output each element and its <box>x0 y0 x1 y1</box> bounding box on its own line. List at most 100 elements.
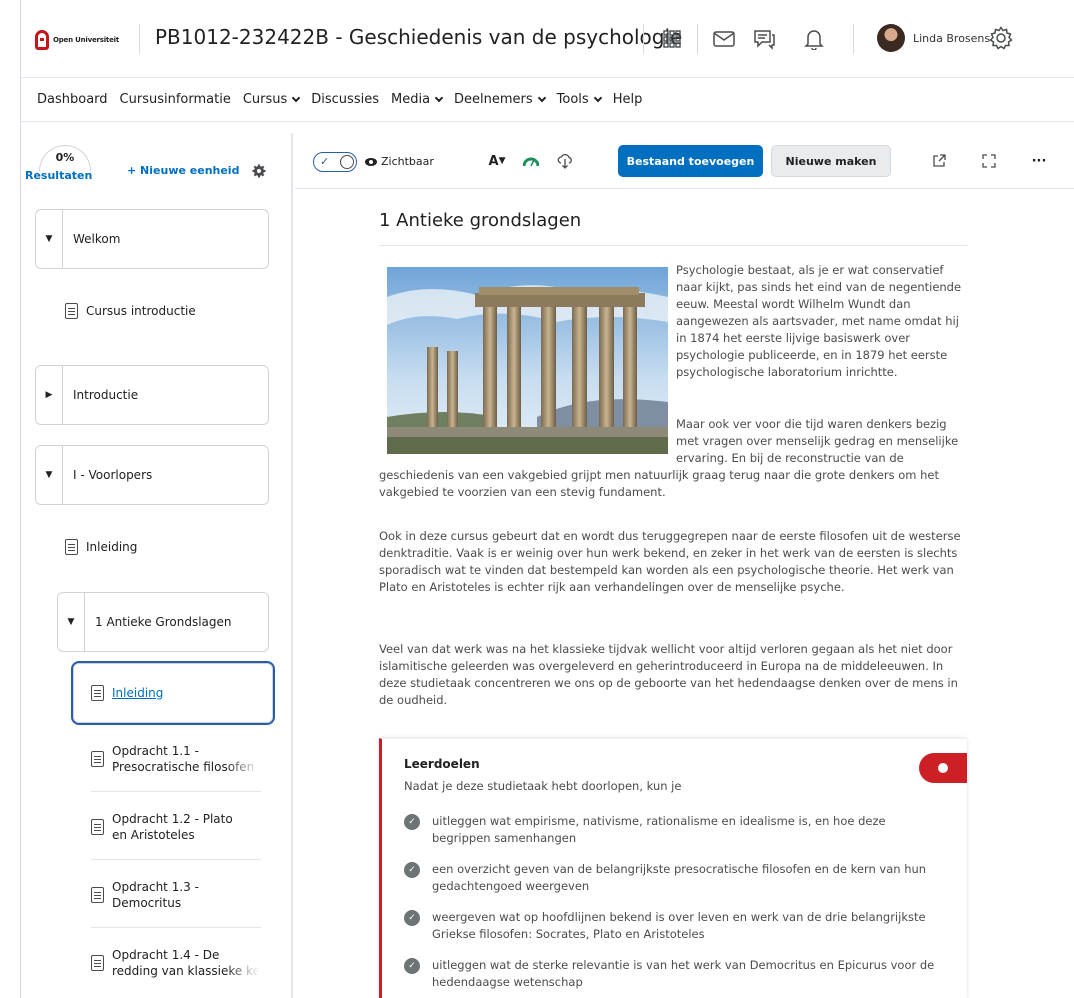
chevron-down-icon <box>292 93 301 102</box>
document-icon <box>65 303 78 319</box>
topic-opdracht-1-4[interactable]: Opdracht 1.4 - De redding van klassieke … <box>91 947 261 979</box>
content-toolbar: ✓ Zichtbaar A ▼ Bestaand toevoegen Nieuwe… <box>295 133 1074 189</box>
unit-label: Welkom <box>73 232 121 246</box>
body-paragraph-3: Ook in deze cursus gebeurt dat en wordt … <box>379 529 961 594</box>
open-external-icon[interactable] <box>929 151 949 171</box>
intro-paragraph-1: Psychologie bestaat, als je er wat conse… <box>676 263 962 379</box>
target-badge-icon <box>919 753 967 783</box>
caret-down-icon[interactable]: ▼ <box>36 470 62 480</box>
nav-help[interactable]: Help <box>613 92 643 107</box>
goal-text: uitleggen wat empirisme, nativisme, rati… <box>432 814 886 845</box>
learning-goals-title: Leerdoelen <box>404 757 480 771</box>
progress-percent: 0% <box>55 151 75 164</box>
new-unit-button[interactable]: + Nieuwe eenheid <box>127 164 239 177</box>
add-existing-button[interactable]: Bestaand toevoegen <box>618 145 763 177</box>
course-navbar: Dashboard Cursusinformatie Cursus Discus… <box>21 78 1074 122</box>
goal-text: uitleggen wat de sterke relevantie is va… <box>432 958 935 989</box>
unit-introductie[interactable]: ▶ Introductie <box>35 365 269 425</box>
caret-right-icon[interactable]: ▶ <box>36 390 62 400</box>
checkmark-icon: ✓ <box>404 910 420 926</box>
nav-tools[interactable]: Tools <box>557 92 602 107</box>
settings-gear-icon[interactable] <box>252 163 266 178</box>
avatar[interactable] <box>877 24 905 52</box>
topic-label: en Aristoteles <box>112 828 195 842</box>
visibility-toggle[interactable]: ✓ <box>313 152 357 172</box>
intro-paragraph-2-continued: geschiedenis van een vakgebied grijpt me… <box>379 468 940 499</box>
document-icon <box>91 819 104 835</box>
checkmark-icon: ✓ <box>404 862 420 878</box>
apps-grid-icon[interactable] <box>659 26 685 52</box>
topic-label: Opdracht 1.3 - <box>112 880 199 894</box>
logo-text: Open Universiteit <box>53 36 119 44</box>
nav-dashboard[interactable]: Dashboard <box>37 92 108 107</box>
mail-icon[interactable] <box>711 26 737 52</box>
app-frame: Open Universiteit PB1012-232422B - Gesch… <box>20 0 1074 998</box>
caret-down-icon[interactable]: ▼ <box>36 234 62 244</box>
topic-separator <box>91 927 261 928</box>
visibility-label: Zichtbaar <box>381 155 434 168</box>
progress-indicator[interactable]: 0% <box>39 145 91 171</box>
topic-label: Opdracht 1.2 - Plato <box>112 812 233 826</box>
page-title: 1 Antieke grondslagen <box>379 210 582 231</box>
topic-opdracht-1-3[interactable]: Opdracht 1.3 - Democritus <box>91 879 261 911</box>
goal-text: weergeven wat op hoofdlijnen bekend is o… <box>432 910 926 941</box>
visibility-status: Zichtbaar <box>365 155 434 168</box>
unit-antieke-grondslagen[interactable]: ▼ 1 Antieke Grondslagen <box>57 592 269 652</box>
topic-inleiding[interactable]: Inleiding <box>65 539 137 555</box>
text-fade <box>226 947 260 979</box>
user-name[interactable]: Linda Brosens <box>913 32 990 45</box>
toggle-knob <box>340 155 354 169</box>
nav-cursus[interactable]: Cursus <box>243 92 301 107</box>
toc-header: 0% Resultaten + Nieuwe eenheid <box>21 133 291 189</box>
header-divider <box>853 24 854 54</box>
chevron-down-icon <box>593 93 602 102</box>
fullscreen-icon[interactable] <box>979 151 999 171</box>
nav-media[interactable]: Media <box>391 92 444 107</box>
learning-goal-item: ✓ weergeven wat op hoofdlijnen bekend is… <box>404 909 944 943</box>
topic-opdracht-1-2[interactable]: Opdracht 1.2 - Plato en Aristoteles <box>91 811 261 843</box>
topic-label: Inleiding <box>112 686 164 700</box>
eye-icon <box>365 157 377 166</box>
greek-temple-photo <box>387 267 668 454</box>
chevron-down-icon <box>537 93 546 102</box>
nav-cursusinformatie[interactable]: Cursusinformatie <box>120 92 231 107</box>
check-icon: ✓ <box>320 155 330 168</box>
speedometer-icon[interactable] <box>521 151 541 171</box>
cloud-download-icon[interactable] <box>555 151 575 171</box>
unit-divider <box>84 593 85 651</box>
open-universiteit-logo[interactable]: Open Universiteit <box>35 30 119 50</box>
document-icon <box>65 539 78 555</box>
nav-discussies[interactable]: Discussies <box>311 92 379 107</box>
results-link[interactable]: Resultaten <box>25 169 92 182</box>
nav-deelnemers[interactable]: Deelnemers <box>454 92 546 107</box>
caret-down-icon[interactable]: ▼ <box>58 617 84 627</box>
bell-icon[interactable] <box>801 26 827 52</box>
unit-label: 1 Antieke Grondslagen <box>95 615 232 629</box>
unit-welkom[interactable]: ▼ Welkom <box>35 209 269 269</box>
table-of-contents-panel: 0% Resultaten + Nieuwe eenheid ▼ Welkom … <box>21 133 293 998</box>
checkmark-icon: ✓ <box>404 958 420 974</box>
more-options-icon[interactable]: ··· <box>1029 151 1049 171</box>
chevron-down-icon <box>434 93 444 102</box>
unit-divider <box>62 446 63 504</box>
topic-separator <box>91 859 261 860</box>
topic-opdracht-1-1[interactable]: Opdracht 1.1 - Presocratische filosofen <box>91 743 261 775</box>
checkmark-icon: ✓ <box>404 814 420 830</box>
header-divider <box>139 24 140 54</box>
course-title[interactable]: PB1012-232422B - Geschiedenis van de psy… <box>155 25 682 49</box>
text-fade <box>226 743 260 775</box>
topic-content: 1 Antieke grondslagen Psychologie bestaa… <box>379 190 969 998</box>
font-size-icon[interactable]: A ▼ <box>487 151 507 171</box>
unit-label: I - Voorlopers <box>73 468 153 482</box>
body-paragraph-4: Veel van dat werk was na het klassieke t… <box>379 642 958 707</box>
learning-goal-item: ✓ een overzicht geven van de belangrijks… <box>404 861 944 895</box>
gear-icon[interactable] <box>987 24 1015 52</box>
topic-label: Cursus introductie <box>86 304 196 318</box>
topic-inleiding-selected[interactable]: Inleiding <box>91 685 163 701</box>
topic-cursus-introductie[interactable]: Cursus introductie <box>65 303 196 319</box>
chat-icon[interactable] <box>751 26 777 52</box>
create-new-button[interactable]: Nieuwe maken <box>771 145 891 177</box>
title-divider <box>379 245 967 246</box>
learning-goal-item: ✓ uitleggen wat empirisme, nativisme, ra… <box>404 813 944 847</box>
unit-voorlopers[interactable]: ▼ I - Voorlopers <box>35 445 269 505</box>
